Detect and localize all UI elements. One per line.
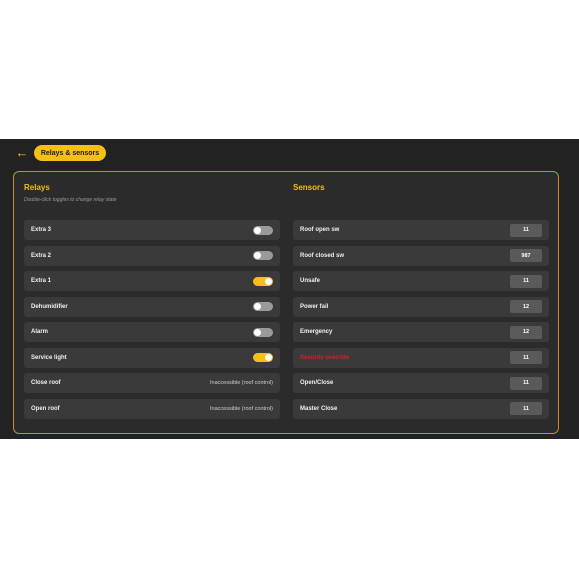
back-arrow-icon[interactable]: ←	[15, 146, 29, 160]
sensor-label: Roof closed sw	[300, 252, 345, 259]
toggle-knob	[254, 226, 261, 234]
toggle-knob	[265, 277, 272, 285]
relay-status-note: Inaccessible (roof control)	[210, 380, 273, 386]
relay-row-extra-1: Extra 1	[24, 271, 280, 291]
relay-label: Alarm	[31, 329, 49, 335]
relay-row-extra-2: Extra 2	[24, 245, 280, 266]
sensor-row-master-close: Master Close 11	[293, 398, 549, 419]
sensor-value: 11	[510, 376, 542, 390]
sensor-label: Roof open sw	[300, 227, 340, 233]
relay-row-service-light: Service light	[24, 347, 280, 368]
relay-label: Extra 3	[31, 227, 52, 233]
sensor-row-open-close: Open/Close 11	[293, 373, 549, 393]
sensor-row-security-override: Security override 11	[293, 347, 549, 368]
relay-row-open-roof: Open roof Inaccessible (roof control)	[24, 398, 280, 419]
relays-subtitle: Double-click toggles to change relay sta…	[24, 197, 117, 203]
sensor-value: 11	[510, 402, 542, 415]
sensor-label: Emergency	[300, 329, 333, 335]
sensor-row-unsafe: Unsafe 11	[293, 271, 549, 291]
relay-toggle-extra-1[interactable]	[253, 276, 273, 286]
toggle-knob	[254, 328, 261, 336]
relay-label: Open roof	[31, 405, 60, 412]
relay-status-note: Inaccessible (roof control)	[210, 405, 273, 412]
relay-label: Close roof	[31, 380, 61, 386]
relay-row-dehumidifier: Dehumidifier	[24, 296, 280, 317]
sensor-row-emergency: Emergency 12	[293, 322, 549, 342]
sensor-row-roof-closed-sw: Roof closed sw 987	[293, 245, 549, 266]
sensor-row-roof-open-sw: Roof open sw 11	[293, 220, 549, 240]
relay-label: Extra 1	[31, 278, 52, 284]
relay-toggle-extra-3[interactable]	[253, 225, 273, 235]
sensor-value: 11	[510, 274, 542, 288]
sensor-label: Unsafe	[300, 278, 321, 284]
sensor-value: 12	[510, 300, 542, 313]
sensors-title: Sensors	[293, 183, 325, 192]
sensor-value: 987	[510, 249, 542, 262]
sensor-value: 12	[510, 325, 542, 339]
relay-toggle-service-light[interactable]	[253, 353, 273, 362]
relay-toggle-alarm[interactable]	[253, 327, 273, 337]
sensor-value: 11	[510, 351, 542, 364]
sensor-label: Master Close	[300, 405, 338, 412]
toggle-knob	[254, 252, 261, 259]
breadcrumb-relays-sensors[interactable]: Relays & sensors	[34, 145, 106, 161]
relay-toggle-dehumidifier[interactable]	[253, 302, 273, 311]
relay-label: Service light	[31, 354, 67, 361]
sensor-label: Power fail	[300, 303, 329, 310]
relays-title: Relays	[24, 183, 50, 192]
relay-label: Extra 2	[31, 252, 52, 259]
sensor-row-power-fail: Power fail 12	[293, 296, 549, 317]
toggle-knob	[254, 303, 261, 310]
toggle-knob	[265, 354, 272, 361]
relay-row-alarm: Alarm	[24, 322, 280, 342]
relay-toggle-extra-2[interactable]	[253, 251, 273, 260]
sensor-value: 11	[510, 223, 542, 237]
relay-row-extra-3: Extra 3	[24, 220, 280, 240]
sensor-label: Security override	[300, 354, 350, 361]
sensor-label: Open/Close	[300, 380, 334, 386]
relay-label: Dehumidifier	[31, 303, 68, 310]
relay-row-close-roof: Close roof Inaccessible (roof control)	[24, 373, 280, 393]
